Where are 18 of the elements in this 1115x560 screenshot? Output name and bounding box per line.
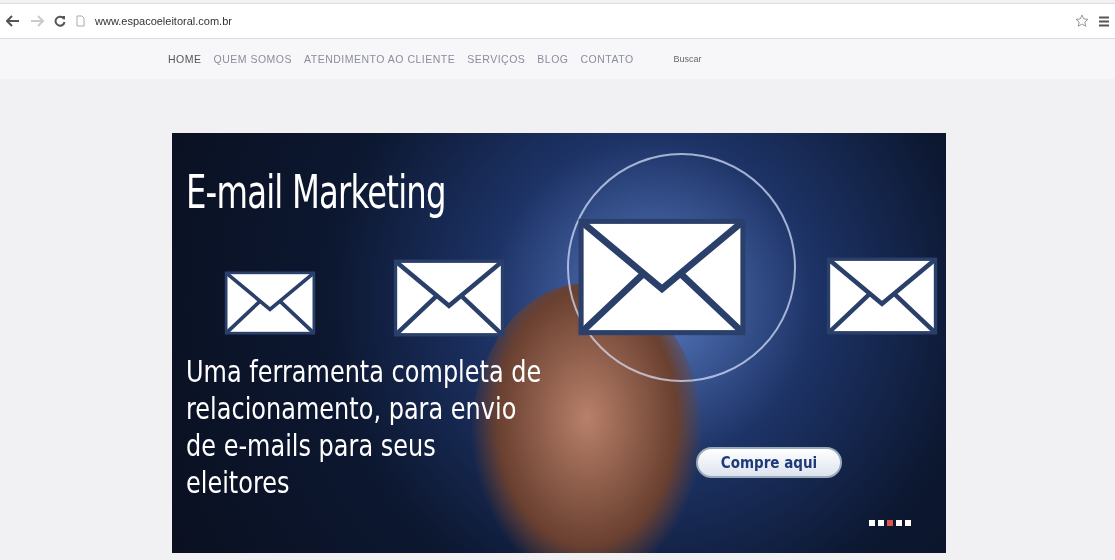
menu-icon[interactable] xyxy=(1099,15,1109,27)
nav-link[interactable]: QUEM SOMOS xyxy=(213,53,292,65)
nav-link[interactable]: SERVIÇOS xyxy=(467,53,526,65)
forward-arrow-icon[interactable] xyxy=(30,15,44,27)
nav-link[interactable]: BLOG xyxy=(537,53,569,65)
nav-link[interactable]: CONTATO xyxy=(580,53,634,65)
buy-button[interactable]: Compre aqui xyxy=(696,447,842,478)
envelope-icon xyxy=(222,271,318,335)
search-link[interactable]: Buscar xyxy=(673,54,702,64)
reload-icon[interactable] xyxy=(54,15,66,27)
banner-title: E-mail Marketing xyxy=(186,165,446,219)
address-text[interactable]: www.espacoeleitoral.com.br xyxy=(95,15,232,27)
nav-link[interactable]: ATENDIMENTO AO CLIENTE xyxy=(304,53,456,65)
nav-link[interactable]: HOME xyxy=(168,53,202,65)
banner-text: Uma ferramenta completa de relacionamento, para envio de e-mails para seus eleitores xyxy=(186,353,543,501)
back-arrow-icon[interactable] xyxy=(6,15,20,27)
page-icon xyxy=(76,15,85,27)
star-icon[interactable] xyxy=(1075,14,1089,28)
